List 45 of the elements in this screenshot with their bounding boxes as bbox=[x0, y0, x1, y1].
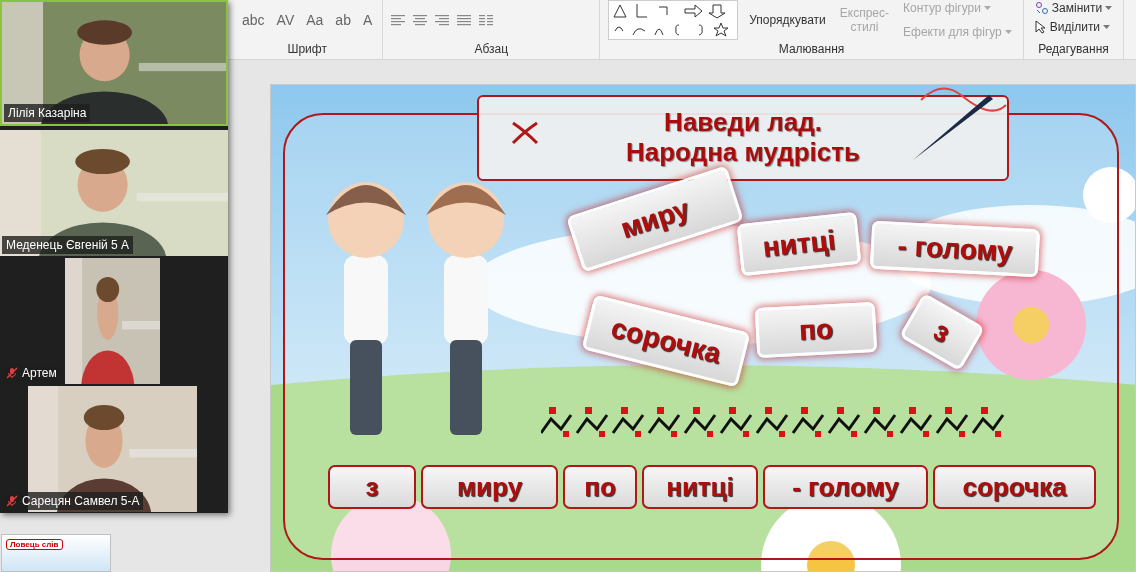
participant-name: Лілія Казаріна bbox=[8, 106, 87, 120]
columns-icon[interactable] bbox=[479, 14, 494, 26]
group-label: Шрифт bbox=[286, 42, 328, 58]
answer-card[interactable]: сорочка bbox=[933, 465, 1096, 509]
ribbon-button[interactable]: Упорядкувати bbox=[746, 12, 829, 28]
font-tool-button[interactable]: ab bbox=[333, 12, 353, 28]
slide-title: Наведи лад. bbox=[664, 108, 822, 138]
pointer-icon bbox=[1034, 20, 1047, 34]
video-tile[interactable]: Артем bbox=[0, 258, 228, 384]
caret-icon bbox=[1103, 25, 1111, 29]
answer-card[interactable]: - голому bbox=[763, 465, 928, 509]
thumbnail-title: Ловець слів bbox=[6, 539, 63, 550]
group-label: Абзац bbox=[473, 42, 510, 58]
shapes-gallery[interactable] bbox=[608, 0, 739, 40]
group-label: Малювання bbox=[777, 42, 846, 58]
group-label: Редагування bbox=[1037, 42, 1110, 58]
caret-icon bbox=[1004, 30, 1012, 34]
slide-title: Народна мудрість bbox=[625, 138, 860, 168]
participant-name: Артем bbox=[22, 366, 57, 380]
font-tool-button[interactable]: Aa bbox=[304, 12, 326, 28]
align-icon[interactable] bbox=[435, 14, 450, 26]
slide-thumbnail[interactable]: Ловець слів bbox=[1, 534, 111, 572]
video-tile[interactable]: Меденець Євгеній 5 А bbox=[0, 130, 228, 256]
font-tool-button[interactable]: A bbox=[360, 12, 375, 28]
align-icon[interactable] bbox=[457, 14, 472, 26]
participant-name: Меденець Євгеній 5 А bbox=[6, 238, 130, 252]
align-icon[interactable] bbox=[413, 14, 428, 26]
ribbon-button[interactable]: Виділити bbox=[1031, 19, 1116, 35]
answer-card[interactable]: по bbox=[563, 465, 637, 509]
font-tool-button[interactable]: AV bbox=[274, 12, 297, 28]
answer-card[interactable]: нитці bbox=[642, 465, 758, 509]
muted-mic-icon bbox=[6, 367, 18, 379]
participant-name: Сарецян Самвел 5-А bbox=[22, 494, 140, 508]
caret-icon bbox=[1105, 6, 1113, 10]
answer-card[interactable]: миру bbox=[421, 465, 558, 509]
ribbon-button[interactable]: Замінити bbox=[1031, 0, 1116, 16]
video-tile[interactable]: Сарецян Самвел 5-А bbox=[0, 386, 228, 512]
answer-card[interactable]: з bbox=[328, 465, 416, 509]
muted-mic-icon bbox=[6, 495, 18, 507]
cross-stitch-icon bbox=[511, 121, 539, 145]
caret-icon bbox=[984, 6, 991, 10]
video-tile[interactable]: Лілія Казаріна bbox=[0, 0, 228, 126]
replace-icon bbox=[1034, 1, 1049, 15]
font-tool-button[interactable]: abc bbox=[240, 12, 267, 28]
align-icon[interactable] bbox=[391, 14, 406, 26]
